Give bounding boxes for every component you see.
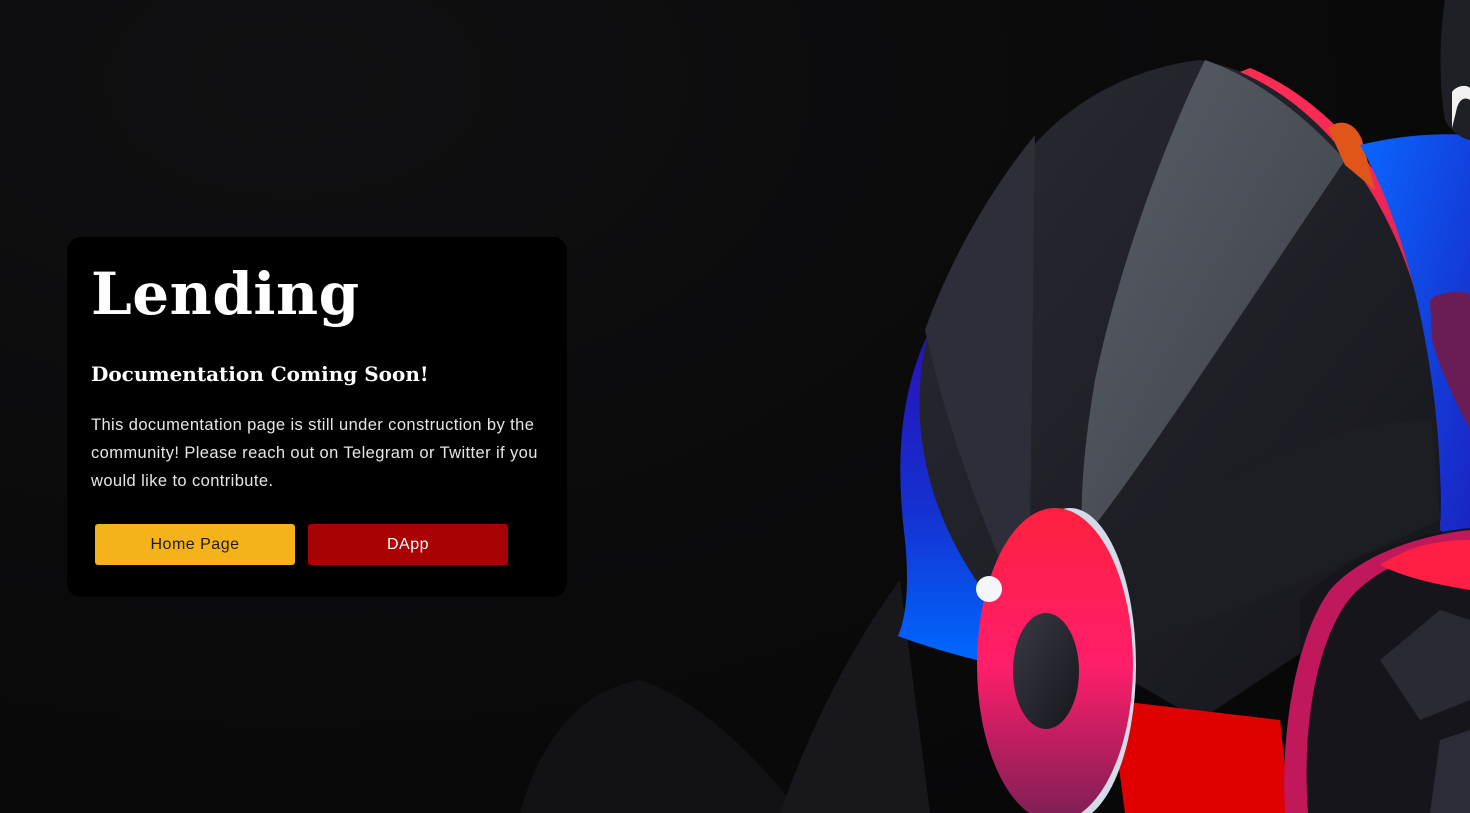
dapp-button[interactable]: DApp	[308, 524, 508, 565]
page-title: Lending	[91, 260, 360, 328]
home-page-button[interactable]: Home Page	[95, 524, 295, 565]
page-root: Lending Documentation Coming Soon! This …	[0, 0, 1470, 813]
info-card: Lending Documentation Coming Soon! This …	[67, 237, 567, 597]
page-description: This documentation page is still under c…	[91, 416, 538, 490]
page-subtitle: Documentation Coming Soon!	[91, 362, 429, 386]
